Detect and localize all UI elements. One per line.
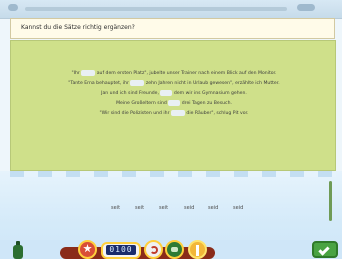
top-right-pill-icon [297,4,315,11]
sentence-4-before: Meine Großeltern sind [116,101,167,106]
sentence-3-after: dem wir ins Gymnasium gehen. [173,91,247,96]
bottle-icon [12,241,24,259]
word-choice-6[interactable]: seid [233,203,243,213]
timer-display: 0100 [101,242,141,259]
bottom-toolbar: 0100 [60,240,215,259]
top-left-pill-icon [8,4,18,11]
progress-slider[interactable] [25,7,287,11]
confirm-button[interactable] [312,241,338,258]
sentence-line-2: "Tante Erna behauptet, ihr zehn Jahren n… [49,79,299,89]
word-choice-1[interactable]: seit [111,203,120,213]
sentence-line-1: "Ihr auf dem ersten Platz", jubelte unse… [49,69,299,79]
word-choice-2[interactable]: seit [135,203,144,213]
word-choices: seit seit seit seid seid seid [105,203,255,213]
sentence-line-5: "Wir sind die Polizisten und ihr die Räu… [49,109,299,119]
water-surface [10,171,336,177]
timer-value: 0100 [106,245,136,255]
sentence-5-before: "Wir sind die Polizisten und ihr [99,111,170,116]
instruction-bar: Kannst du die Sätze richtig ergänzen? [10,18,335,39]
replay-button[interactable] [144,240,163,259]
chat-button[interactable] [165,240,184,259]
chat-icon [171,247,178,252]
blank-slot-2[interactable] [130,79,145,86]
instruction-title: Kannst du die Sätze richtig ergänzen? [21,24,135,31]
sentence-2-before: "Tante Erna behauptet, ihr [68,81,129,86]
word-choice-5[interactable]: seid [208,203,218,213]
sentence-5-after: die Räuber", schlug Pit vor. [186,111,249,116]
word-choice-4[interactable]: seid [184,203,194,213]
app-window: Kannst du die Sätze richtig ergänzen? "I… [0,0,342,259]
sentence-2-after: zehn Jahren nicht in Urlaub gewesen", er… [145,81,280,86]
checkmark-icon [318,244,330,256]
star-button[interactable] [78,240,97,259]
blank-slot-3[interactable] [160,89,173,96]
exclamation-button[interactable] [188,240,207,259]
sentence-line-4: Meine Großeltern sind drei Tagen zu Besu… [49,99,299,109]
blank-slot-5[interactable] [170,109,185,116]
replay-icon [150,246,158,254]
seaweed-icon [325,171,335,221]
sentence-line-3: Jan und ich sind Freunde, dem wir ins Gy… [49,89,299,99]
exclamation-icon [196,245,199,256]
exercise-panel: "Ihr auf dem ersten Platz", jubelte unse… [10,40,336,171]
word-choice-3[interactable]: seit [159,203,168,213]
blank-slot-1[interactable] [81,69,96,76]
blank-slot-4[interactable] [168,99,181,106]
top-frame [0,0,342,19]
sentence-1-after: auf dem ersten Platz", jubelte unser Tra… [96,71,277,76]
sentence-1-before: "Ihr [71,71,80,76]
sentence-list: "Ihr auf dem ersten Platz", jubelte unse… [49,69,299,119]
sentence-4-after: drei Tagen zu Besuch. [181,101,232,106]
star-icon [83,244,92,253]
sentence-3-before: Jan und ich sind Freunde, [101,91,159,96]
